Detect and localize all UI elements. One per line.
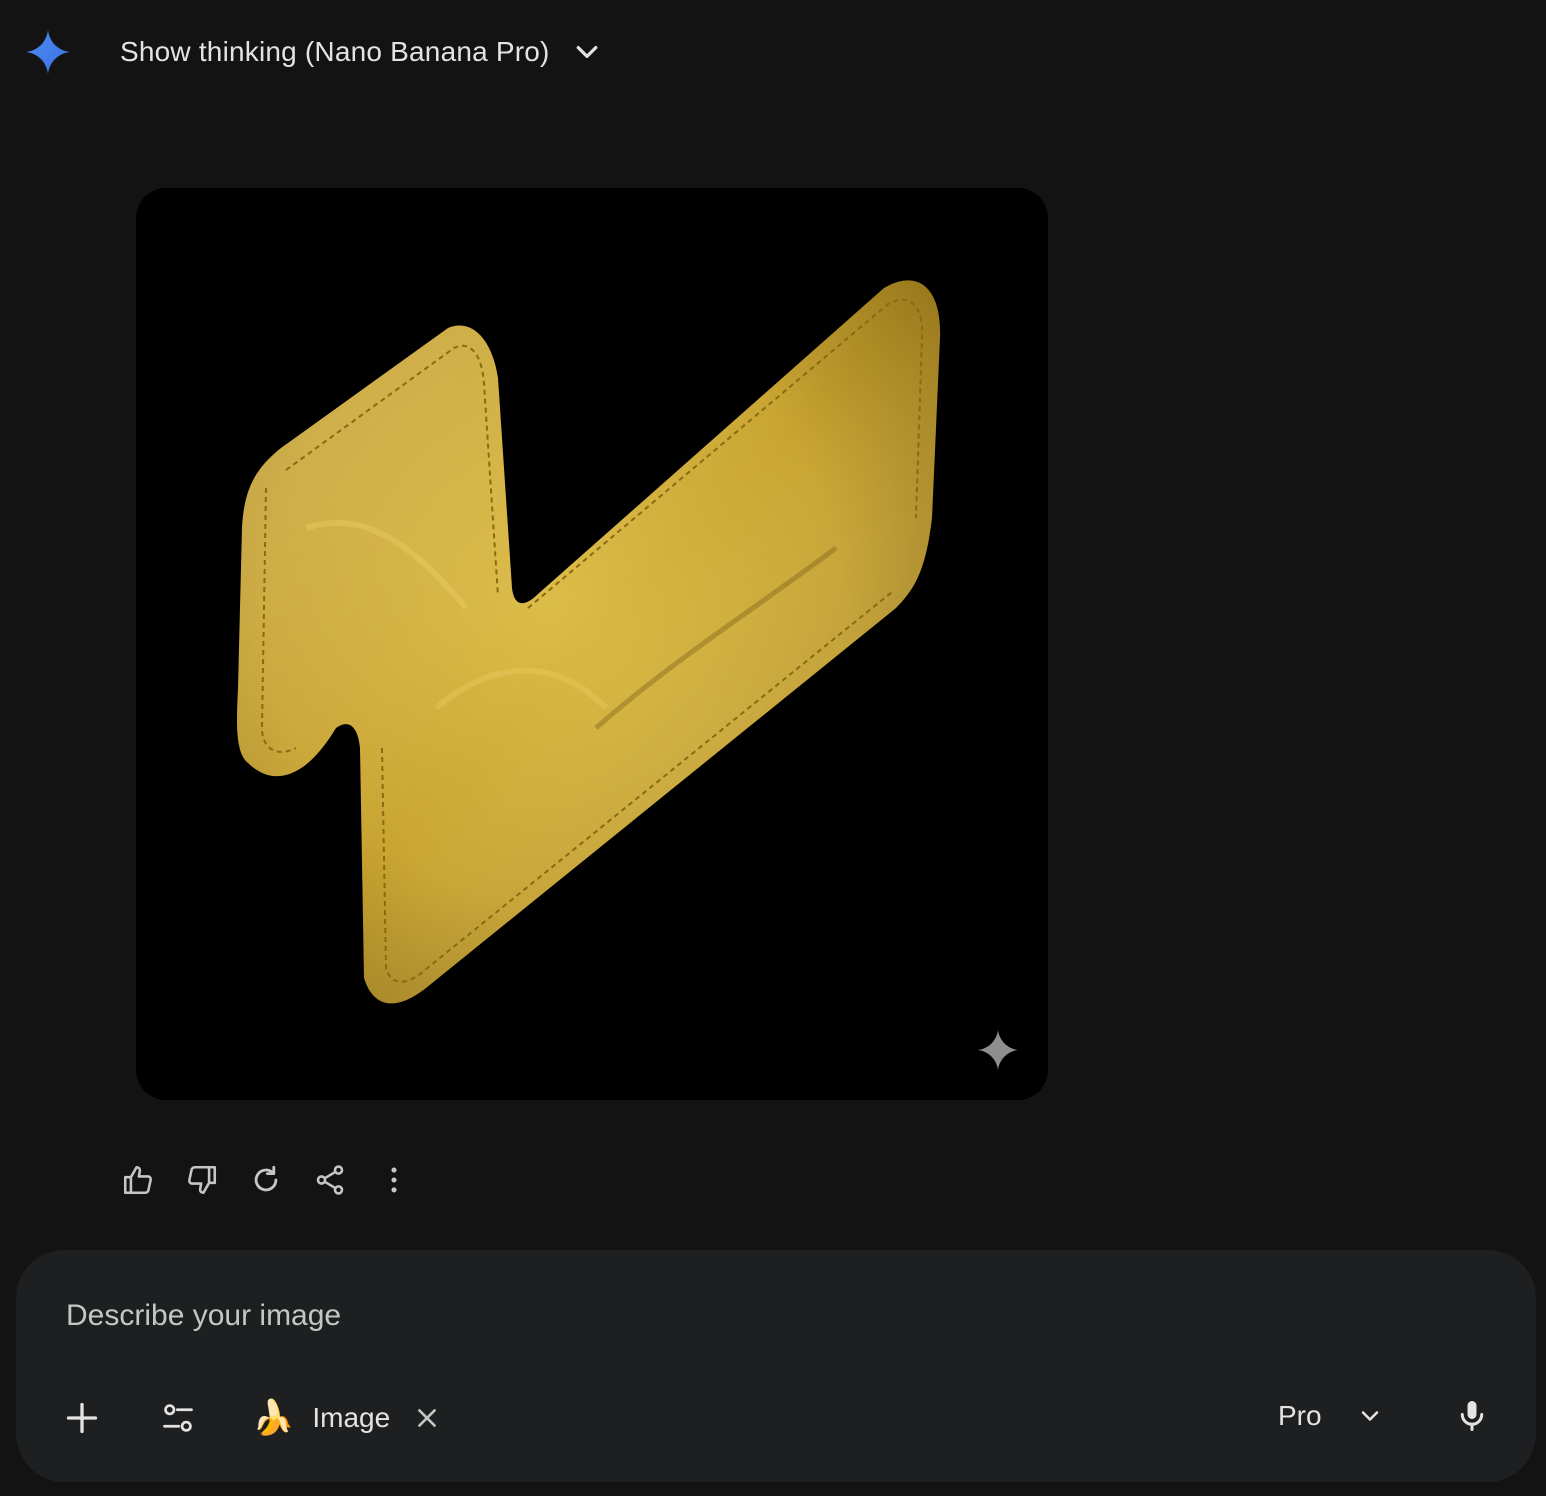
more-options-button[interactable] (372, 1156, 416, 1204)
share-icon (316, 1165, 344, 1195)
model-label: Pro (1278, 1400, 1322, 1431)
thumbs-up-icon (123, 1165, 152, 1195)
chevron-down-icon (576, 46, 597, 58)
generated-image[interactable] (136, 188, 1048, 1100)
microphone-button[interactable] (1448, 1392, 1496, 1440)
share-button[interactable] (308, 1156, 352, 1204)
thumbs-up-button[interactable] (116, 1156, 160, 1204)
yellow-pillow-illustration (237, 280, 941, 1004)
model-selector[interactable]: Pro (1278, 1390, 1384, 1442)
more-options-icon (391, 1167, 397, 1193)
regenerate-button[interactable] (244, 1156, 288, 1204)
image-mode-chip[interactable]: 🍌 Image (252, 1390, 442, 1446)
thumbs-down-button[interactable] (180, 1156, 224, 1204)
tools-sliders-icon (163, 1404, 193, 1432)
add-button[interactable] (60, 1396, 104, 1440)
app-root: Show thinking (Nano Banana Pro) Describe… (0, 0, 1546, 1496)
tools-button[interactable] (156, 1396, 200, 1440)
response-actions (116, 1156, 416, 1204)
microphone-icon (1460, 1401, 1484, 1431)
plus-icon (66, 1402, 98, 1434)
prompt-input[interactable] (64, 1290, 1268, 1342)
close-icon[interactable] (412, 1403, 442, 1433)
show-thinking-label: Show thinking (Nano Banana Pro) (120, 36, 550, 67)
banana-icon: 🍌 (252, 1398, 295, 1438)
show-thinking-toggle[interactable]: Show thinking (Nano Banana Pro) (120, 30, 602, 74)
regenerate-icon (254, 1165, 278, 1192)
image-mode-label: Image (312, 1402, 391, 1433)
gemini-sparkle-icon (24, 28, 72, 76)
sparkle-watermark-icon (978, 1030, 1018, 1070)
chevron-down-icon (1361, 1411, 1378, 1421)
thumbs-down-icon (188, 1165, 217, 1195)
prompt-composer: 🍌 Image Pro (16, 1250, 1536, 1482)
